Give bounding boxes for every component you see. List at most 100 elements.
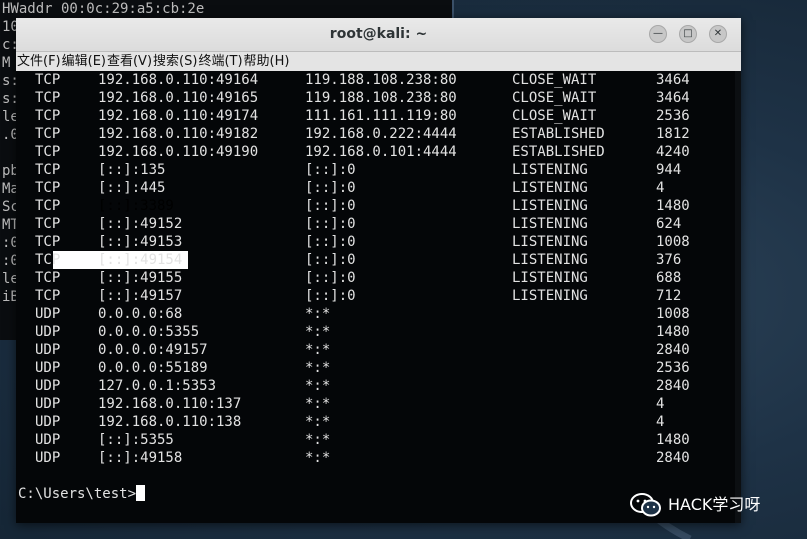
netstat-state: LISTENING bbox=[512, 252, 588, 268]
prompt-text: C:\Users\test> bbox=[18, 486, 137, 502]
netstat-proto: TCP bbox=[35, 252, 61, 268]
netstat-local: [::]:49158 bbox=[98, 450, 183, 466]
netstat-state: ESTABLISHED bbox=[512, 144, 605, 160]
netstat-pid: 3464 bbox=[656, 72, 690, 88]
window-title: root@kali: ~ bbox=[329, 26, 428, 42]
minimize-icon: — bbox=[653, 28, 663, 39]
netstat-foreign: *:* bbox=[305, 360, 331, 376]
netstat-pid: 1480 bbox=[656, 198, 690, 214]
menu-bar: 文件(F)编辑(E)查看(V)搜索(S)终端(T)帮助(H) bbox=[16, 52, 741, 71]
netstat-foreign: 192.168.0.101:4444 bbox=[305, 144, 457, 160]
netstat-foreign: [::]:0 bbox=[305, 234, 356, 250]
netstat-row: TCP [::]:49153 [::]:0 LISTENING 1008 bbox=[16, 233, 736, 251]
netstat-local: [::]:49157 bbox=[98, 288, 183, 304]
netstat-row: TCP [::]:445 [::]:0 LISTENING 4 bbox=[16, 179, 736, 197]
menu-edit[interactable]: 编辑(E) bbox=[61, 52, 106, 71]
command-prompt[interactable]: C:\Users\test> bbox=[18, 485, 146, 503]
close-button[interactable]: ✕ bbox=[709, 25, 727, 43]
netstat-pid: 4 bbox=[656, 414, 665, 430]
netstat-proto: TCP bbox=[35, 72, 61, 88]
netstat-row: TCP [::]:135 [::]:0 LISTENING 944 bbox=[16, 161, 736, 179]
netstat-local: 192.168.0.110:49174 bbox=[98, 108, 259, 124]
netstat-proto: UDP bbox=[35, 396, 61, 412]
netstat-local: 0.0.0.0:68 bbox=[98, 306, 183, 322]
netstat-pid: 2536 bbox=[656, 360, 690, 376]
netstat-proto: TCP bbox=[35, 234, 61, 250]
netstat-row: UDP [::]:49158 *:* 2840 bbox=[16, 449, 736, 467]
minimize-button[interactable]: — bbox=[649, 25, 667, 43]
netstat-foreign: [::]:0 bbox=[305, 198, 356, 214]
netstat-pid: 624 bbox=[656, 216, 682, 232]
netstat-proto: TCP bbox=[35, 126, 61, 142]
netstat-local: [::]:49152 bbox=[98, 216, 183, 232]
text-cursor bbox=[136, 485, 146, 501]
netstat-local: [::]:49155 bbox=[98, 270, 183, 286]
netstat-state: LISTENING bbox=[512, 288, 588, 304]
netstat-foreign: 111.161.111.119:80 bbox=[305, 108, 457, 124]
netstat-local: [::]:5355 bbox=[98, 432, 174, 448]
netstat-row: UDP 192.168.0.110:138 *:* 4 bbox=[16, 413, 736, 431]
netstat-row: TCP [::]:3389 [::]:0 LISTENING 1480 bbox=[16, 197, 736, 215]
menu-search[interactable]: 搜索(S) bbox=[152, 52, 197, 71]
netstat-pid: 2840 bbox=[656, 378, 690, 394]
netstat-proto: TCP bbox=[35, 162, 61, 178]
netstat-pid: 4 bbox=[656, 180, 665, 196]
netstat-foreign: *:* bbox=[305, 342, 331, 358]
netstat-local: 192.168.0.110:49164 bbox=[98, 72, 259, 88]
netstat-foreign: *:* bbox=[305, 378, 331, 394]
netstat-state: LISTENING bbox=[512, 162, 588, 178]
netstat-local: 192.168.0.110:49165 bbox=[98, 90, 259, 106]
netstat-pid: 2840 bbox=[656, 342, 690, 358]
netstat-row: UDP [::]:5355 *:* 1480 bbox=[16, 431, 736, 449]
menu-file[interactable]: 文件(F) bbox=[16, 52, 61, 71]
netstat-foreign: [::]:0 bbox=[305, 216, 356, 232]
wechat-icon bbox=[630, 493, 661, 517]
netstat-row: UDP 0.0.0.0:5355 *:* 1480 bbox=[16, 323, 736, 341]
netstat-pid: 1008 bbox=[656, 306, 690, 322]
netstat-row: TCP [::]:49155 [::]:0 LISTENING 688 bbox=[16, 269, 736, 287]
terminal-output[interactable]: C:\Users\test> TCP 192.168.0.110:49164 119… bbox=[16, 71, 741, 523]
title-bar[interactable]: root@kali: ~ — □ ✕ bbox=[16, 18, 741, 52]
netstat-row: UDP 0.0.0.0:55189 *:* 2536 bbox=[16, 359, 736, 377]
netstat-row: UDP 0.0.0.0:49157 *:* 2840 bbox=[16, 341, 736, 359]
background-terminal-line: HWaddr 00:0c:29:a5:cb:2e bbox=[2, 1, 205, 17]
netstat-local: 127.0.0.1:5353 bbox=[98, 378, 217, 394]
netstat-foreign: *:* bbox=[305, 450, 331, 466]
menu-terminal[interactable]: 终端(T) bbox=[197, 52, 242, 71]
terminal-window[interactable]: root@kali: ~ — □ ✕ 文件(F)编辑(E)查看(V)搜索(S)终… bbox=[16, 18, 741, 523]
netstat-local: [::]:3389 bbox=[98, 198, 174, 214]
netstat-pid: 688 bbox=[656, 270, 682, 286]
netstat-foreign: 119.188.108.238:80 bbox=[305, 72, 457, 88]
netstat-row: TCP 192.168.0.110:49190 192.168.0.101:4444… bbox=[16, 143, 736, 161]
netstat-proto: UDP bbox=[35, 324, 61, 340]
maximize-button[interactable]: □ bbox=[679, 25, 697, 43]
netstat-local: [::]:49153 bbox=[98, 234, 183, 250]
netstat-row: UDP 192.168.0.110:137 *:* 4 bbox=[16, 395, 736, 413]
netstat-state: CLOSE_WAIT bbox=[512, 72, 597, 88]
netstat-pid: 944 bbox=[656, 162, 682, 178]
maximize-icon: □ bbox=[683, 28, 693, 39]
netstat-proto: UDP bbox=[35, 450, 61, 466]
netstat-foreign: [::]:0 bbox=[305, 270, 356, 286]
menu-help[interactable]: 帮助(H) bbox=[243, 52, 290, 71]
netstat-proto: UDP bbox=[35, 432, 61, 448]
netstat-foreign: *:* bbox=[305, 396, 331, 412]
netstat-pid: 4 bbox=[656, 396, 665, 412]
netstat-state: LISTENING bbox=[512, 216, 588, 232]
netstat-foreign: 192.168.0.222:4444 bbox=[305, 126, 457, 142]
netstat-row: UDP 0.0.0.0:68 *:* 1008 bbox=[16, 305, 736, 323]
menu-view[interactable]: 查看(V) bbox=[106, 52, 152, 71]
netstat-state: LISTENING bbox=[512, 180, 588, 196]
netstat-proto: TCP bbox=[35, 288, 61, 304]
watermark-text: HACK学习呀 bbox=[668, 495, 761, 514]
netstat-foreign: *:* bbox=[305, 414, 331, 430]
netstat-pid: 376 bbox=[656, 252, 682, 268]
netstat-state: LISTENING bbox=[512, 234, 588, 250]
close-icon: ✕ bbox=[713, 28, 723, 39]
netstat-pid: 1480 bbox=[656, 324, 690, 340]
netstat-local: [::]:445 bbox=[98, 180, 166, 196]
netstat-state: CLOSE_WAIT bbox=[512, 90, 597, 106]
netstat-foreign: [::]:0 bbox=[305, 252, 356, 268]
background-terminal-line: M bbox=[2, 55, 11, 71]
netstat-row: TCP 192.168.0.110:49165 119.188.108.238:80… bbox=[16, 89, 736, 107]
